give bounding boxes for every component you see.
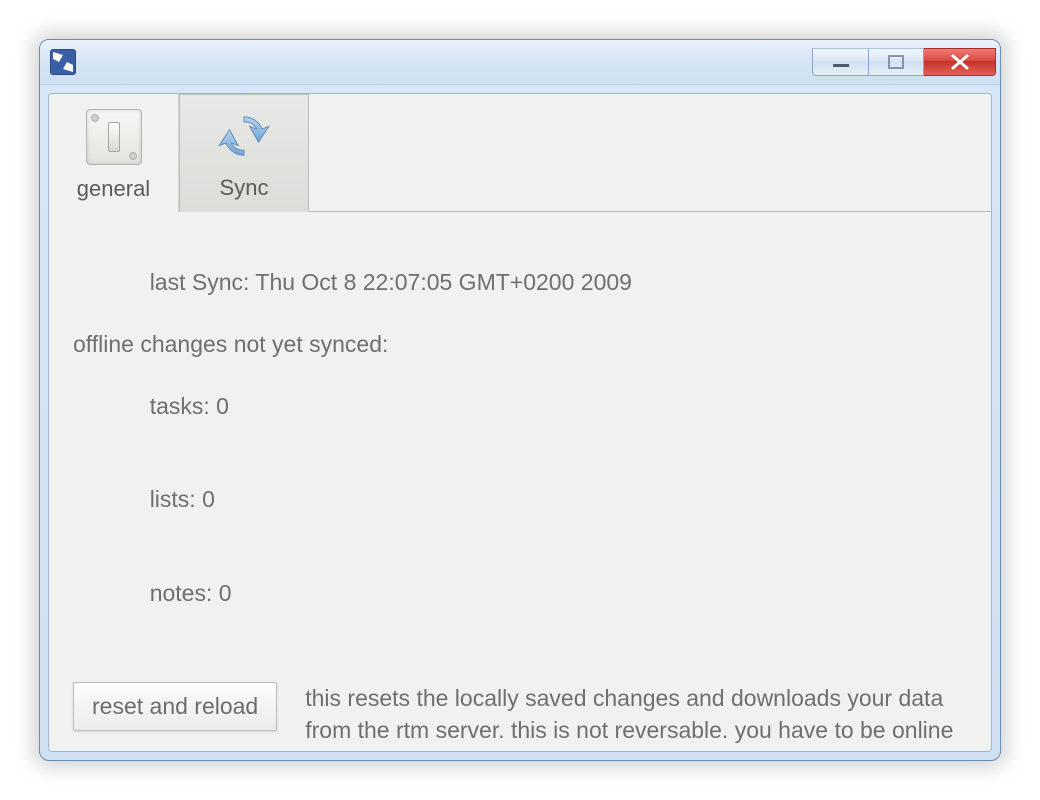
- sync-icon: [215, 107, 273, 165]
- window-controls: [812, 48, 996, 76]
- reset-description: this resets the locally saved changes an…: [305, 682, 967, 752]
- maximize-button[interactable]: [868, 48, 924, 76]
- sync-panel: last Sync: Thu Oct 8 22:07:05 GMT+0200 2…: [49, 212, 991, 752]
- last-sync-label: last Sync:: [150, 269, 250, 295]
- switch-icon: [86, 109, 142, 165]
- reset-reload-button[interactable]: reset and reload: [73, 682, 277, 731]
- close-button[interactable]: [924, 48, 996, 76]
- app-window: general: [39, 39, 1001, 761]
- tab-bar: general: [49, 94, 991, 212]
- offline-heading: offline changes not yet synced:: [73, 329, 967, 360]
- lists-count: 0: [202, 486, 215, 512]
- tab-sync[interactable]: Sync: [179, 94, 309, 212]
- lists-label: lists:: [150, 486, 196, 512]
- notes-label: notes:: [150, 580, 213, 606]
- sync-status: last Sync: Thu Oct 8 22:07:05 GMT+0200 2…: [73, 236, 967, 640]
- app-icon: [50, 49, 76, 75]
- tab-general-label: general: [77, 176, 150, 202]
- tasks-count: 0: [216, 393, 229, 419]
- client-area: general: [48, 93, 992, 752]
- minimize-button[interactable]: [812, 48, 868, 76]
- last-sync-value: Thu Oct 8 22:07:05 GMT+0200 2009: [255, 269, 632, 295]
- titlebar: [40, 40, 1000, 85]
- tab-sync-label: Sync: [220, 175, 269, 201]
- tab-general[interactable]: general: [49, 94, 179, 212]
- notes-count: 0: [219, 580, 232, 606]
- tasks-label: tasks:: [150, 393, 210, 419]
